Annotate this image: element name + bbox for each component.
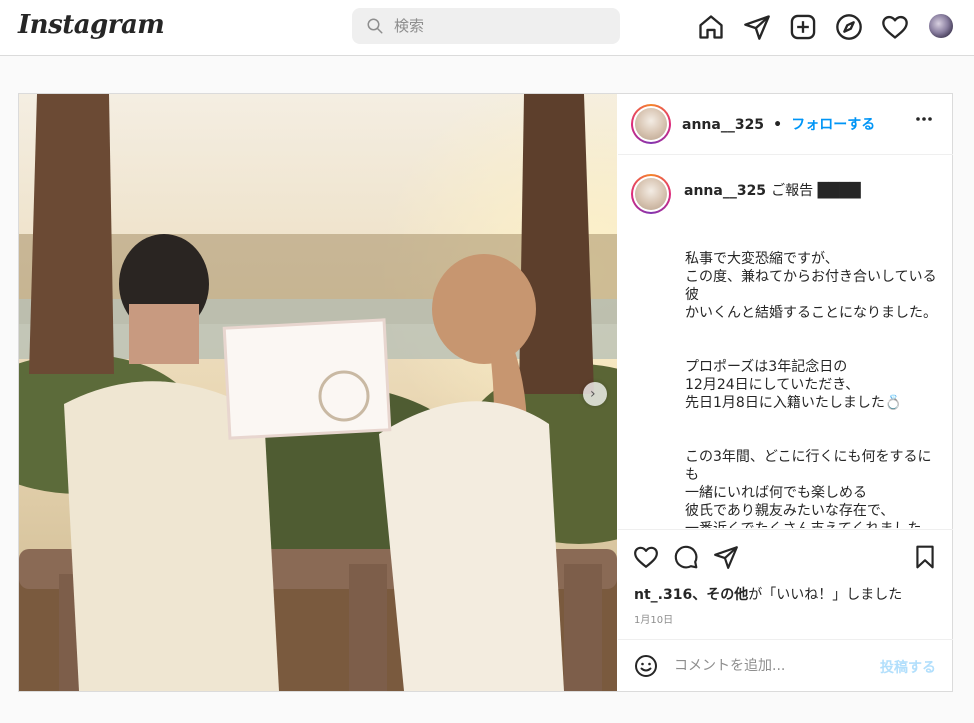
share-send-icon[interactable] <box>713 544 739 570</box>
caption-line: 彼 <box>685 287 699 303</box>
comment-input[interactable] <box>674 652 874 680</box>
caption-body: 私事で大変恐縮ですが、この度、兼ねてからお付き合いしている彼かいくんと結婚するこ… <box>685 250 947 528</box>
caption-line: 私事で大変恐縮ですが、 <box>685 251 839 267</box>
new-post-icon[interactable] <box>789 13 817 41</box>
author-username[interactable]: anna__325 <box>682 117 764 133</box>
emoji-icon[interactable] <box>634 654 658 678</box>
top-nav: Instagram <box>0 0 974 56</box>
likes-others-link[interactable]: その他 <box>706 587 748 603</box>
caption-line: 彼氏であり親友みたいな存在で、 <box>685 503 895 519</box>
likes-username[interactable]: nt_.316 <box>634 587 692 603</box>
caption-line: プロポーズは3年記念日の <box>685 359 848 375</box>
bookmark-icon[interactable] <box>912 544 938 570</box>
caption-line: 先日1月8日に入籍いたしました💍 <box>685 395 903 411</box>
post-photo[interactable]: › <box>19 94 617 691</box>
search-icon <box>367 18 383 34</box>
likes-separator: 、 <box>692 587 707 603</box>
like-heart-icon[interactable] <box>633 544 659 570</box>
post-sidebar: anna__325 • フォローする anna__325 ご報告 ████ 私事… <box>618 94 953 691</box>
post-card: › anna__325 • フォローする anna__325 ご報告 ████ … <box>18 93 953 692</box>
more-options-icon[interactable] <box>915 116 933 122</box>
chevron-right-icon: › <box>590 386 596 402</box>
send-icon[interactable] <box>743 13 771 41</box>
caption-username[interactable]: anna__325 <box>684 183 766 199</box>
follow-button[interactable]: フォローする <box>791 117 875 133</box>
author-line: anna__325 • フォローする <box>682 114 875 134</box>
caption-header: anna__325 ご報告 ████ <box>684 180 861 200</box>
home-icon[interactable] <box>697 13 725 41</box>
caption-title: ご報告 ████ <box>771 183 861 199</box>
caption-line: も <box>685 467 699 483</box>
comments-area[interactable]: anna__325 ご報告 ████ 私事で大変恐縮ですが、この度、兼ねてからお… <box>618 156 953 528</box>
caption-avatar[interactable] <box>631 174 671 214</box>
post-header: anna__325 • フォローする <box>618 94 953 155</box>
caption-line <box>685 322 947 340</box>
author-avatar[interactable] <box>631 104 671 144</box>
post-actions: nt_.316、その他が「いいね！」しました 1月10日 <box>618 529 953 639</box>
post-date[interactable]: 1月10日 <box>634 611 673 626</box>
explore-icon[interactable] <box>835 13 863 41</box>
caption-line <box>685 412 947 430</box>
comment-form: 投稿する <box>618 639 953 691</box>
caption-line: 一緒にいれば何でも楽しめる <box>685 485 867 501</box>
caption-line: かいくんと結婚することになりました。 <box>685 305 937 321</box>
post-comment-button[interactable]: 投稿する <box>880 657 936 677</box>
likes-suffix: が「いいね！」しました <box>748 587 903 603</box>
caption-line <box>685 430 947 448</box>
caption-line: この度、兼ねてからお付き合いしている <box>685 269 937 285</box>
caption-line: 12月24日にしていただき、 <box>685 377 860 393</box>
caption-line: 一番近くでたくさん支えてくれました。 <box>685 520 947 528</box>
photo-scene <box>19 94 617 691</box>
instagram-logo[interactable]: Instagram <box>18 10 165 40</box>
caption-line: この3年間、どこに行くにも何をするに <box>685 449 932 465</box>
heart-icon[interactable] <box>881 13 909 41</box>
separator-dot: • <box>773 117 783 133</box>
comment-icon[interactable] <box>673 544 699 570</box>
search-box[interactable] <box>352 8 620 44</box>
search-input[interactable] <box>394 8 614 44</box>
profile-avatar[interactable] <box>929 14 953 38</box>
caption-line <box>685 340 947 358</box>
next-photo-button[interactable]: › <box>583 382 607 406</box>
likes-summary: nt_.316、その他が「いいね！」しました <box>634 584 902 604</box>
